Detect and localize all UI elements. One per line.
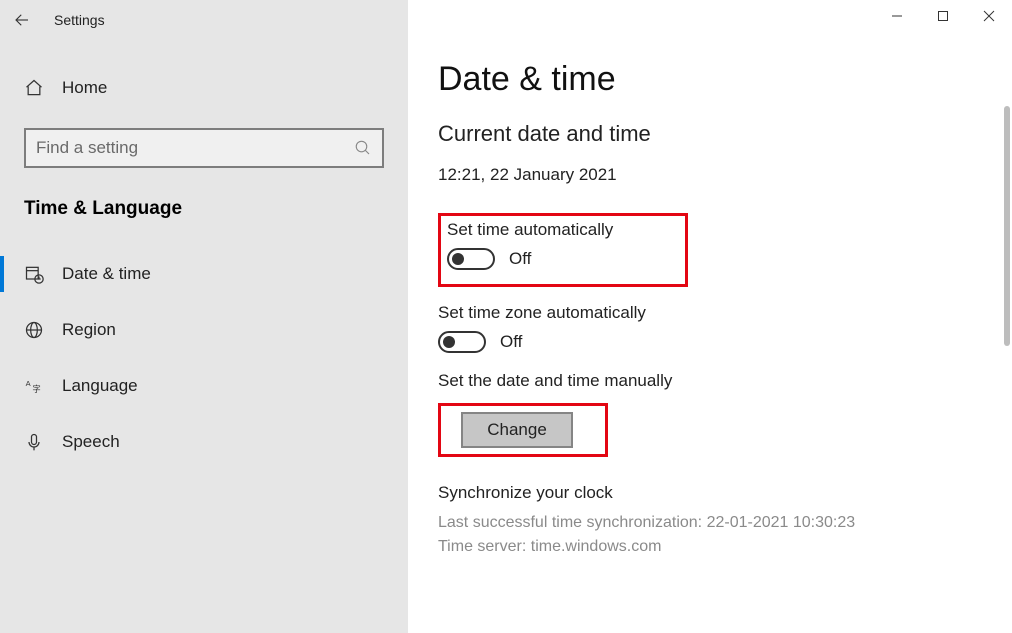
sidebar-item-region[interactable]: Region [0,302,408,358]
window-title: Settings [44,12,105,28]
calendar-clock-icon [24,264,62,284]
titlebar: Settings [0,0,1012,40]
sidebar: Home Find a setting Time & Language Date… [0,0,408,633]
sync-last-line: Last successful time synchronization: 22… [438,511,1012,535]
sidebar-item-date-time[interactable]: Date & time [0,246,408,302]
sidebar-item-label: Region [62,320,116,340]
sync-server-line: Time server: time.windows.com [438,535,1012,559]
sidebar-item-label: Language [62,376,138,396]
set-tz-auto-toggle[interactable] [438,331,486,353]
scrollbar[interactable] [1004,106,1010,346]
back-button[interactable] [0,0,44,40]
language-icon: A字 [24,376,62,396]
current-datetime-value: 12:21, 22 January 2021 [438,165,1012,185]
set-time-auto-label: Set time automatically [447,220,679,240]
current-heading: Current date and time [438,121,1012,147]
search-icon [354,139,372,157]
sidebar-item-label: Date & time [62,264,151,284]
change-button[interactable]: Change [461,412,573,448]
set-time-auto-toggle[interactable] [447,248,495,270]
content-panel: Date & time Current date and time 12:21,… [408,0,1012,633]
home-icon [24,78,62,98]
microphone-icon [24,432,62,452]
svg-text:A: A [26,379,31,388]
sidebar-section-title: Time & Language [24,198,384,228]
set-manual-label: Set the date and time manually [438,371,1012,391]
page-title: Date & time [438,60,1012,99]
highlight-change-button: Change [438,403,608,457]
sidebar-item-language[interactable]: A字 Language [0,358,408,414]
highlight-set-time-auto: Set time automatically Off [438,213,688,287]
set-time-auto-state: Off [509,249,531,269]
set-tz-auto-state: Off [500,332,522,352]
search-input[interactable]: Find a setting [24,128,384,168]
sidebar-item-label: Speech [62,432,120,452]
change-button-label: Change [487,420,547,440]
sync-heading: Synchronize your clock [438,483,1012,503]
search-placeholder: Find a setting [36,138,354,158]
home-label: Home [62,78,107,98]
home-button[interactable]: Home [24,60,384,116]
sidebar-nav: Date & time Region A字 Language Speech [0,246,408,470]
svg-text:字: 字 [32,384,40,394]
set-tz-auto-label: Set time zone automatically [438,303,1012,323]
sidebar-item-speech[interactable]: Speech [0,414,408,470]
globe-icon [24,320,62,340]
